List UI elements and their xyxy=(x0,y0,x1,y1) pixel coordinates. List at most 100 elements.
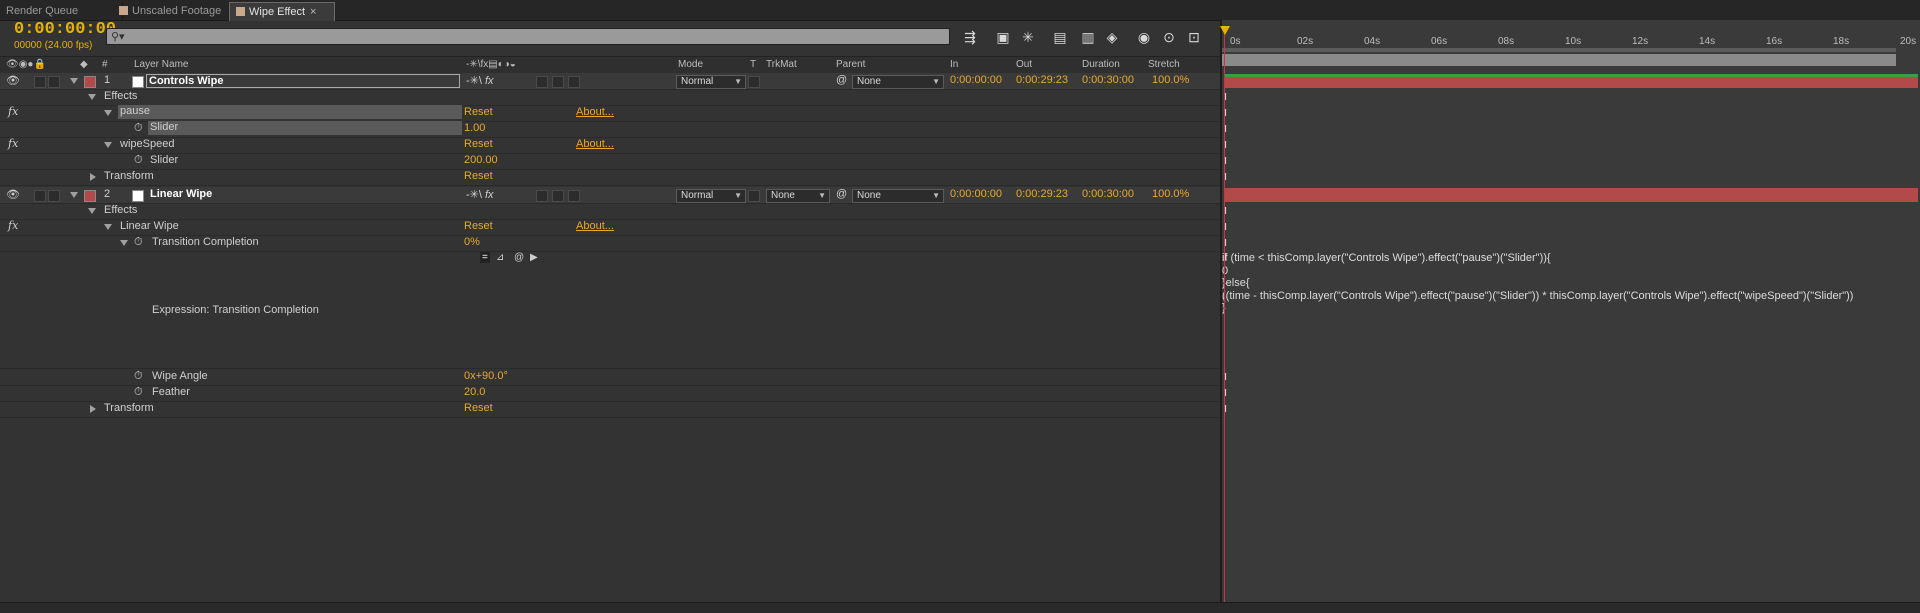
layer-row-controls-wipe[interactable]: 👁 1 Controls Wipe -✳\ fx Normal ▼ @ None ▼… xyxy=(0,73,1220,90)
transform-group-row[interactable]: Transform Reset xyxy=(0,169,1220,186)
composition-mini-flowchart-icon[interactable]: ⇶ xyxy=(960,28,980,46)
tab-wipe-effect[interactable]: Wipe Effect × xyxy=(229,2,335,21)
pickwhip-icon[interactable]: @ xyxy=(836,74,847,86)
close-icon[interactable]: × xyxy=(310,6,316,18)
column-duration[interactable]: Duration xyxy=(1082,59,1120,70)
out-point[interactable]: 0:00:29:23 xyxy=(1016,74,1068,86)
expand-triangle-icon[interactable] xyxy=(104,142,112,148)
live-update-icon[interactable]: ⊙ xyxy=(1159,28,1179,46)
expand-triangle-icon[interactable] xyxy=(104,224,112,230)
column-t[interactable]: T xyxy=(750,59,756,70)
expression-pickwhip-icon[interactable]: @ xyxy=(514,252,524,263)
switch-box[interactable] xyxy=(568,190,580,202)
column-trkmat[interactable]: TrkMat xyxy=(766,59,797,70)
column-mode[interactable]: Mode xyxy=(678,59,703,70)
switch-box[interactable] xyxy=(552,76,564,88)
effect-row-pause[interactable]: fx pause Reset About... xyxy=(0,105,1220,122)
stopwatch-icon[interactable]: ⏱ xyxy=(134,386,143,399)
stopwatch-icon[interactable]: ⏱ xyxy=(134,370,143,383)
column-parent[interactable]: Parent xyxy=(836,59,865,70)
layer-bar-controls-wipe[interactable] xyxy=(1224,74,1918,88)
reset-link[interactable]: Reset xyxy=(464,402,493,414)
effect-name[interactable]: pause xyxy=(118,105,462,119)
expression-text[interactable]: if (time < thisComp.layer("Controls Wipe… xyxy=(1222,252,1912,315)
tab-unscaled-footage[interactable]: Unscaled Footage xyxy=(113,2,236,20)
column-layer-name[interactable]: Layer Name xyxy=(134,59,188,70)
frame-blending-icon[interactable]: ▤ xyxy=(1050,28,1070,46)
solo-switch[interactable] xyxy=(34,190,46,202)
pickwhip-icon[interactable]: @ xyxy=(836,188,847,200)
tab-render-queue[interactable]: Render Queue xyxy=(0,2,123,20)
expand-triangle-icon[interactable] xyxy=(70,78,78,84)
about-link[interactable]: About... xyxy=(576,138,614,150)
reset-link[interactable]: Reset xyxy=(464,106,493,118)
transform-group-row[interactable]: Transform Reset xyxy=(0,401,1220,418)
column-number[interactable]: # xyxy=(102,59,108,70)
graph-editor-icon[interactable]: ◉ xyxy=(1134,28,1154,46)
eye-icon[interactable]: 👁 xyxy=(6,188,20,201)
collapse-triangle-icon[interactable] xyxy=(90,405,96,413)
property-value[interactable]: 20.0 xyxy=(464,386,485,398)
timeline-zoom-icon[interactable]: ⊡ xyxy=(1184,28,1204,46)
expand-triangle-icon[interactable] xyxy=(70,192,78,198)
expand-triangle-icon[interactable] xyxy=(88,208,96,214)
stopwatch-icon[interactable]: ⏱ xyxy=(134,122,143,135)
expand-triangle-icon[interactable] xyxy=(104,110,112,116)
switches-icons[interactable]: -✳\ fx xyxy=(466,188,494,201)
parent-dropdown[interactable]: None ▼ xyxy=(852,189,944,203)
preserve-transparency-box[interactable] xyxy=(748,190,760,202)
expression-graph-icon[interactable]: ⊿ xyxy=(496,252,504,263)
parent-dropdown[interactable]: None ▼ xyxy=(852,75,944,89)
stopwatch-icon[interactable]: ⏱ xyxy=(134,154,143,167)
in-point[interactable]: 0:00:00:00 xyxy=(950,188,1002,200)
effects-group-row[interactable]: Effects xyxy=(0,89,1220,106)
expression-language-menu-icon[interactable]: ▶ xyxy=(530,252,538,263)
label-color-swatch[interactable] xyxy=(84,76,96,88)
stretch-value[interactable]: 100.0% xyxy=(1152,74,1189,86)
current-time-indicator[interactable] xyxy=(1224,26,1225,612)
label-color-swatch[interactable] xyxy=(84,190,96,202)
property-value[interactable]: 0x+90.0° xyxy=(464,370,508,382)
switch-box[interactable] xyxy=(552,190,564,202)
current-time-display[interactable]: 0:00:00:00 xyxy=(14,20,116,39)
stopwatch-icon[interactable]: ⏱ xyxy=(134,236,143,249)
property-row-slider[interactable]: ⏱ Slider 1.00 xyxy=(0,121,1220,138)
expression-enable-icon[interactable]: = xyxy=(480,252,490,263)
out-point[interactable]: 0:00:29:23 xyxy=(1016,188,1068,200)
duration-value[interactable]: 0:00:30:00 xyxy=(1082,188,1134,200)
trkmat-dropdown[interactable]: None ▼ xyxy=(766,189,830,203)
shy-layers-icon[interactable]: ✳ xyxy=(1018,28,1038,46)
layer-name-field[interactable]: Controls Wipe xyxy=(146,74,460,88)
reset-link[interactable]: Reset xyxy=(464,220,493,232)
layer-row-linear-wipe[interactable]: 👁 2 Linear Wipe -✳\ fx Normal ▼ None ▼ @ N… xyxy=(0,187,1220,204)
layer-bar-linear-wipe[interactable] xyxy=(1224,188,1918,202)
column-out[interactable]: Out xyxy=(1016,59,1032,70)
property-row-transition-completion[interactable]: ⏱ Transition Completion 0% xyxy=(0,235,1220,252)
about-link[interactable]: About... xyxy=(576,106,614,118)
fx-icon[interactable]: fx xyxy=(8,137,18,150)
time-ruler[interactable] xyxy=(1222,54,1896,66)
reset-link[interactable]: Reset xyxy=(464,170,493,182)
mode-dropdown[interactable]: Normal ▼ xyxy=(676,75,746,89)
lock-switch[interactable] xyxy=(48,76,60,88)
stretch-value[interactable]: 100.0% xyxy=(1152,188,1189,200)
switch-box[interactable] xyxy=(536,190,548,202)
property-value[interactable]: 0% xyxy=(464,236,480,248)
fx-icon[interactable]: fx xyxy=(8,219,18,232)
work-area-bar[interactable] xyxy=(1222,48,1896,52)
effect-row-wipespeed[interactable]: fx wipeSpeed Reset About... xyxy=(0,137,1220,154)
fx-icon[interactable]: fx xyxy=(8,105,18,118)
in-point[interactable]: 0:00:00:00 xyxy=(950,74,1002,86)
effect-row-linear-wipe[interactable]: fx Linear Wipe Reset About... xyxy=(0,219,1220,236)
solo-switch[interactable] xyxy=(34,76,46,88)
property-name[interactable]: Slider xyxy=(148,121,462,135)
property-row-feather[interactable]: ⏱ Feather 20.0 xyxy=(0,385,1220,402)
mode-dropdown[interactable]: Normal ▼ xyxy=(676,189,746,203)
property-row-slider[interactable]: ⏱ Slider 200.00 xyxy=(0,153,1220,170)
layer-name-field[interactable]: Linear Wipe xyxy=(150,188,212,200)
switch-box[interactable] xyxy=(536,76,548,88)
lock-switch[interactable] xyxy=(48,190,60,202)
effects-group-row[interactable]: Effects xyxy=(0,203,1220,220)
expand-triangle-icon[interactable] xyxy=(120,240,128,246)
eye-icon[interactable]: 👁 xyxy=(6,74,20,87)
